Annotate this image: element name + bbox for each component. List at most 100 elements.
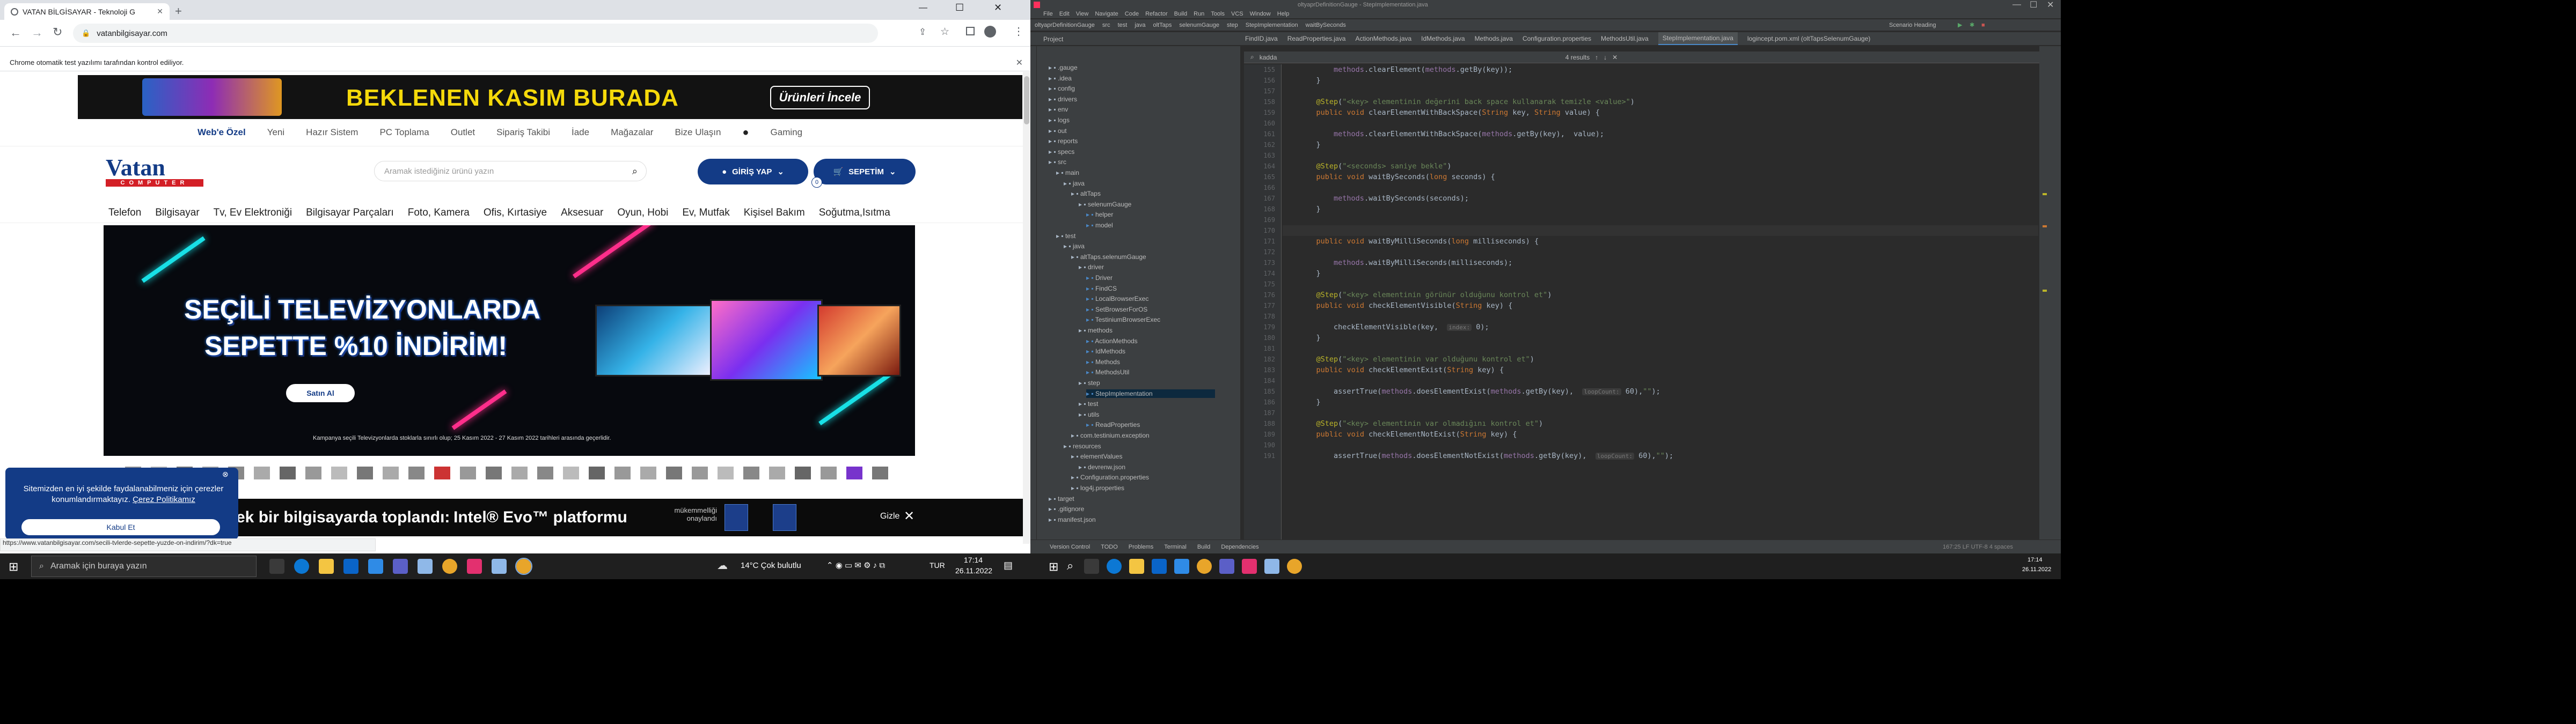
editor-tab-active[interactable]: StepImplementation.java [1658, 32, 1738, 45]
notepad-icon[interactable] [1264, 559, 1279, 574]
windows-start-icon[interactable]: ⊞ [1049, 560, 1058, 574]
cookie-close-icon[interactable]: ⊗ [222, 470, 229, 479]
chrome-icon[interactable] [1197, 559, 1212, 574]
tree-item[interactable]: ▸ ▪ resources [1064, 442, 1101, 450]
code-line[interactable]: } [1299, 139, 1321, 150]
close-icon[interactable]: ✕ [904, 508, 914, 524]
editor-tab[interactable]: ActionMethods.java [1355, 35, 1411, 42]
menu-item[interactable]: File [1043, 11, 1053, 17]
address-bar[interactable]: 🔒 vatanbilgisayar.com [73, 24, 878, 43]
tree-item[interactable]: ▸ ▪ methods [1079, 326, 1113, 335]
topnav-item[interactable]: Outlet [451, 127, 475, 138]
browser-tab[interactable]: VATAN BİLGİSAYAR - Teknoloji G ✕ [4, 3, 170, 20]
breadcrumb-item[interactable]: selenumGauge [1179, 22, 1219, 28]
code-line[interactable]: public void waitBySeconds(long seconds) … [1299, 172, 1495, 182]
editor-tab[interactable]: Methods.java [1475, 35, 1513, 42]
tree-item[interactable]: ▸ ▪ selenumGauge [1079, 200, 1131, 209]
thumbnail[interactable] [872, 467, 888, 479]
edge-icon[interactable] [294, 559, 309, 574]
thumbnail[interactable] [614, 467, 631, 479]
ide-max-icon[interactable]: ☐ [2030, 0, 2037, 10]
tree-item[interactable]: ▸ ▪ devrenw.json [1079, 463, 1125, 471]
menu-item[interactable]: VCS [1231, 11, 1243, 17]
thumbnail[interactable] [305, 467, 321, 479]
reload-icon[interactable]: ↻ [53, 25, 62, 39]
clock-time[interactable]: 17:14 [2028, 557, 2043, 563]
code-line[interactable]: } [1299, 204, 1321, 215]
tree-item[interactable]: ▸ ▪ src [1049, 158, 1066, 166]
tree-item[interactable]: ▸ ▪ target [1049, 494, 1074, 503]
notepad-icon[interactable] [418, 559, 433, 574]
topnav-item[interactable]: Mağazalar [611, 127, 653, 138]
cart-button[interactable]: 🛒 SEPETİM ⌄ [814, 159, 916, 184]
notification-icon[interactable]: ▤ [1004, 560, 1013, 571]
intellij-icon[interactable] [1242, 559, 1257, 574]
find-input[interactable]: kadda [1260, 54, 1560, 61]
menu-item[interactable]: Window [1250, 11, 1271, 17]
search-icon[interactable]: ⌕ [1067, 559, 1073, 573]
breadcrumb-item[interactable]: src [1102, 22, 1110, 28]
code-line[interactable]: @Step("<seconds> saniye bekle") [1299, 161, 1452, 172]
thumbnail[interactable] [821, 467, 837, 479]
tree-item[interactable]: ▸ ▪ drivers [1049, 95, 1077, 104]
code-line[interactable]: public void waitByMilliSeconds(long mill… [1299, 236, 1539, 247]
editor-tab[interactable]: FindID.java [1245, 35, 1278, 42]
tree-item[interactable]: ▸ ▪ Driver [1086, 274, 1113, 282]
tree-item[interactable]: ▸ ▪ config [1049, 84, 1075, 93]
tree-item[interactable]: ▸ ▪ IdMethods [1086, 347, 1125, 356]
editor-tab[interactable]: ReadProperties.java [1287, 35, 1346, 42]
thumbnail[interactable] [357, 467, 373, 479]
topnav-item[interactable]: İade [572, 127, 589, 138]
tree-item[interactable]: ▸ ▪ .gitignore [1049, 505, 1084, 513]
tree-item[interactable]: ▸ ▪ Configuration.properties [1071, 473, 1149, 482]
code-line[interactable]: checkElementVisible(key, index: 0); [1299, 322, 1489, 333]
breadcrumb-item[interactable]: oltyaprDefinitionGauge [1035, 22, 1095, 28]
tree-item[interactable]: ▸ ▪ test [1056, 232, 1075, 240]
bottom-tab[interactable]: Dependencies [1221, 544, 1258, 550]
new-tab-button[interactable]: + [175, 4, 182, 18]
tree-item[interactable]: ▸ ▪ driver [1079, 263, 1104, 271]
clock-date[interactable]: 26.11.2022 [955, 566, 992, 575]
chrome-icon[interactable] [1287, 559, 1302, 574]
thumbnail[interactable] [254, 467, 270, 479]
login-button[interactable]: ● GİRİŞ YAP ⌄ [698, 159, 808, 184]
menu-item[interactable]: Run [1194, 11, 1204, 17]
thumbnail[interactable] [408, 467, 425, 479]
mail-icon[interactable] [1152, 559, 1167, 574]
run-config-dropdown[interactable]: Scenario Heading [1889, 22, 1936, 28]
category-item[interactable]: Oyun, Hobi [617, 207, 668, 219]
code-line[interactable]: methods.waitByMilliSeconds(milliseconds)… [1299, 257, 1512, 268]
code-line[interactable]: } [1299, 75, 1321, 86]
code-line[interactable]: } [1299, 333, 1321, 343]
tree-item[interactable]: ▸ ▪ altTaps.selenumGauge [1071, 253, 1146, 261]
category-item[interactable]: Telefon [108, 207, 141, 219]
site-search-input[interactable]: Aramak istediğiniz ürünü yazın ⌕ [374, 161, 647, 181]
project-panel-label[interactable]: Project [1043, 35, 1063, 43]
menu-dots-icon[interactable]: ⋮ [1013, 25, 1024, 38]
tree-item[interactable]: ▸ ▪ LocalBrowserExec [1086, 294, 1148, 303]
tree-item[interactable]: ▸ ▪ ActionMethods [1086, 337, 1138, 345]
find-prev-icon[interactable]: ↑ [1595, 54, 1598, 61]
tree-item[interactable]: ▸ ▪ MethodsUtil [1086, 368, 1129, 376]
code-line[interactable]: public void checkElementNotExist(String … [1299, 429, 1517, 440]
thumbnail[interactable] [743, 467, 759, 479]
tree-item[interactable]: ▸ ▪ env [1049, 105, 1068, 114]
category-item[interactable]: Bilgisayar Parçaları [306, 207, 394, 219]
sidepanel-icon[interactable] [966, 27, 975, 35]
bottom-tab[interactable]: Problems [1129, 544, 1153, 550]
hero-banner[interactable]: SEÇİLİ TELEVİZYONLARDA SEPETTE %10 İNDİR… [104, 225, 915, 456]
find-next-icon[interactable]: ↓ [1604, 54, 1607, 61]
bookmark-star-icon[interactable]: ☆ [940, 26, 949, 38]
breadcrumb-item[interactable]: test [1118, 22, 1128, 28]
editor-tab[interactable]: Configuration.properties [1523, 35, 1591, 42]
edge-icon[interactable] [1107, 559, 1122, 574]
tree-item[interactable]: ▸ ▪ ReadProperties [1086, 420, 1140, 429]
category-item[interactable]: Foto, Kamera [408, 207, 470, 219]
thumbnail[interactable] [640, 467, 656, 479]
code-line[interactable]: methods.clearElement(methods.getBy(key))… [1299, 64, 1512, 75]
tree-item[interactable]: ▸ ▪ logs [1049, 116, 1070, 124]
tree-item[interactable]: ▸ ▪ SetBrowserForOS [1086, 305, 1147, 314]
thumbnail[interactable] [460, 467, 476, 479]
page-scrollbar[interactable] [1023, 72, 1030, 544]
topnav-item[interactable]: Web'e Özel [197, 127, 246, 138]
